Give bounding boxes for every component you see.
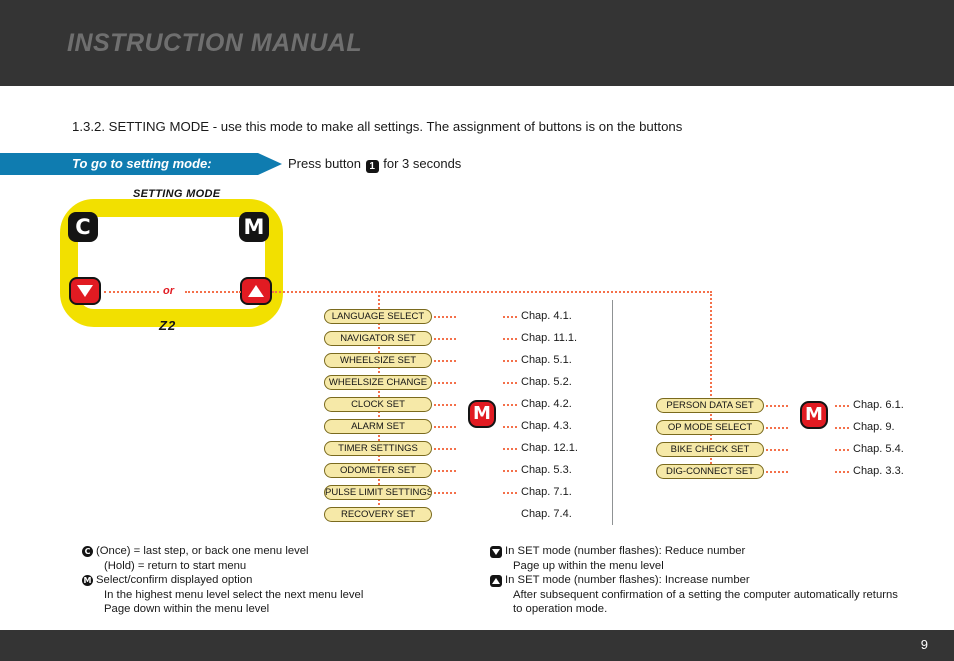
banner-label: To go to setting mode: bbox=[72, 156, 212, 171]
menu-item-odometer-set[interactable]: ODOMETER SET bbox=[324, 463, 432, 478]
connector-row-6b bbox=[503, 426, 517, 428]
chapter-ref-odometer-set: Chap. 5.3. bbox=[521, 464, 572, 476]
up-triangle-icon bbox=[248, 285, 264, 297]
device-model-label: Z2 bbox=[159, 318, 177, 333]
connector-row-7 bbox=[434, 448, 456, 450]
chapter-ref-language-select: Chap. 4.1. bbox=[521, 310, 572, 322]
menu-item-wheelsize-set[interactable]: WHEELSIZE SET bbox=[324, 353, 432, 368]
menu-item-timer-settings[interactable]: TIMER SETTINGS bbox=[324, 441, 432, 456]
connector-srow-1b bbox=[835, 405, 849, 407]
legend-down-button-icon bbox=[490, 546, 502, 558]
manual-page: INSTRUCTION MANUAL 1.3.2. SETTING MODE -… bbox=[0, 0, 954, 661]
menu-item-op-mode-select[interactable]: OP MODE SELECT bbox=[656, 420, 764, 435]
device-m-button[interactable]: M bbox=[239, 212, 269, 242]
chapter-ref-person-data-set: Chap. 6.1. bbox=[853, 399, 904, 411]
legend-right-line-3: In SET mode (number flashes): Increase n… bbox=[505, 574, 750, 587]
banner-note-before: Press button bbox=[288, 156, 361, 171]
connector-row-1 bbox=[434, 316, 456, 318]
menu-item-bike-check-set[interactable]: BIKE CHECK SET bbox=[656, 442, 764, 457]
connector-or-to-up bbox=[185, 291, 241, 293]
chapter-ref-navigator-set: Chap. 11.1. bbox=[521, 332, 578, 344]
intro-text: 1.3.2. SETTING MODE - use this mode to m… bbox=[72, 119, 683, 134]
legend-left-line-1: (Once) = last step, or back one menu lev… bbox=[96, 545, 309, 557]
primary-menu-m-badge: M bbox=[468, 400, 496, 428]
legend-right-line-4: After subsequent confirmation of a setti… bbox=[513, 588, 898, 601]
banner-note-after: for 3 seconds bbox=[383, 156, 462, 171]
chapter-ref-wheelsize-change: Chap. 5.2. bbox=[521, 376, 572, 388]
connector-main-bus bbox=[272, 291, 712, 293]
down-triangle-icon bbox=[77, 285, 93, 297]
menu-item-language-select[interactable]: LANGUAGE SELECT bbox=[324, 309, 432, 324]
device-mode-label: SETTING MODE bbox=[133, 188, 221, 200]
connector-srow-2 bbox=[766, 427, 788, 429]
connector-row-8b bbox=[503, 470, 517, 472]
connector-row-5b bbox=[503, 404, 517, 406]
banner-instruction: Press button 1 for 3 seconds bbox=[288, 156, 461, 173]
menu-item-recovery-set[interactable]: RECOVERY SET bbox=[324, 507, 432, 522]
secondary-menu-m-badge: M bbox=[800, 401, 828, 429]
chapter-ref-bike-check-set: Chap. 5.4. bbox=[853, 443, 904, 455]
footer-bar bbox=[0, 630, 954, 661]
legend-c-button-icon: C bbox=[82, 546, 93, 557]
connector-srow-3b bbox=[835, 449, 849, 451]
device-down-button[interactable] bbox=[69, 277, 101, 305]
connector-row-9b bbox=[503, 492, 517, 494]
menu-item-alarm-set[interactable]: ALARM SET bbox=[324, 419, 432, 434]
legend-m-button-icon: M bbox=[82, 575, 93, 586]
connector-srow-1 bbox=[766, 405, 788, 407]
legend-left-line-5: Page down within the menu level bbox=[104, 603, 270, 616]
chapter-ref-wheelsize-set: Chap. 5.1. bbox=[521, 354, 572, 366]
button-1-icon: 1 bbox=[365, 160, 379, 173]
legend-right-line-1: In SET mode (number flashes): Reduce num… bbox=[505, 545, 746, 557]
chapter-ref-op-mode-select: Chap. 9. bbox=[853, 421, 895, 433]
connector-row-2 bbox=[434, 338, 456, 340]
legend-right-line-5: to operation mode. bbox=[513, 603, 608, 616]
menu-item-person-data-set[interactable]: PERSON DATA SET bbox=[656, 398, 764, 413]
connector-row-4b bbox=[503, 382, 517, 384]
legend-right-line-2: Page up within the menu level bbox=[513, 559, 664, 572]
legend-left-line-2: (Hold) = return to start menu bbox=[104, 559, 247, 572]
column-divider bbox=[612, 300, 613, 525]
legend-left-line-4: In the highest menu level select the nex… bbox=[104, 588, 364, 601]
legend-left-line-3: Select/confirm displayed option bbox=[96, 574, 253, 587]
connector-srow-4 bbox=[766, 471, 788, 473]
device-c-button[interactable]: C bbox=[68, 212, 98, 242]
chapter-ref-clock-set: Chap. 4.2. bbox=[521, 398, 572, 410]
connector-row-3b bbox=[503, 360, 517, 362]
connector-row-3 bbox=[434, 360, 456, 362]
connector-row-2b bbox=[503, 338, 517, 340]
connector-row-6 bbox=[434, 426, 456, 428]
chapter-ref-pulse-limit-settings: Chap. 7.1. bbox=[521, 486, 572, 498]
chapter-ref-dig-connect-set: Chap. 3.3. bbox=[853, 465, 904, 477]
connector-srow-2b bbox=[835, 427, 849, 429]
menu-item-pulse-limit-settings[interactable]: PULSE LIMIT SETTINGS bbox=[324, 485, 432, 500]
device-up-button[interactable] bbox=[240, 277, 272, 305]
connector-srow-4b bbox=[835, 471, 849, 473]
connector-row-9 bbox=[434, 492, 456, 494]
banner-arrow-icon bbox=[258, 153, 282, 175]
connector-row-7b bbox=[503, 448, 517, 450]
connector-row-5 bbox=[434, 404, 456, 406]
page-number: 9 bbox=[920, 637, 928, 652]
menu-item-clock-set[interactable]: CLOCK SET bbox=[324, 397, 432, 412]
or-label: or bbox=[163, 285, 174, 297]
menu-item-navigator-set[interactable]: NAVIGATOR SET bbox=[324, 331, 432, 346]
menu-item-wheelsize-change[interactable]: WHEELSIZE CHANGE bbox=[324, 375, 432, 390]
menu-item-dig-connect-set[interactable]: DIG-CONNECT SET bbox=[656, 464, 764, 479]
connector-srow-3 bbox=[766, 449, 788, 451]
connector-row-8 bbox=[434, 470, 456, 472]
chapter-ref-alarm-set: Chap. 4.3. bbox=[521, 420, 572, 432]
legend-up-button-icon bbox=[490, 575, 502, 587]
chapter-ref-timer-settings: Chap. 12.1. bbox=[521, 442, 578, 454]
connector-down-to-or bbox=[104, 291, 159, 293]
chapter-ref-recovery-set: Chap. 7.4. bbox=[521, 508, 572, 520]
connector-row-4 bbox=[434, 382, 456, 384]
page-title: INSTRUCTION MANUAL bbox=[67, 29, 363, 57]
connector-row-1b bbox=[503, 316, 517, 318]
